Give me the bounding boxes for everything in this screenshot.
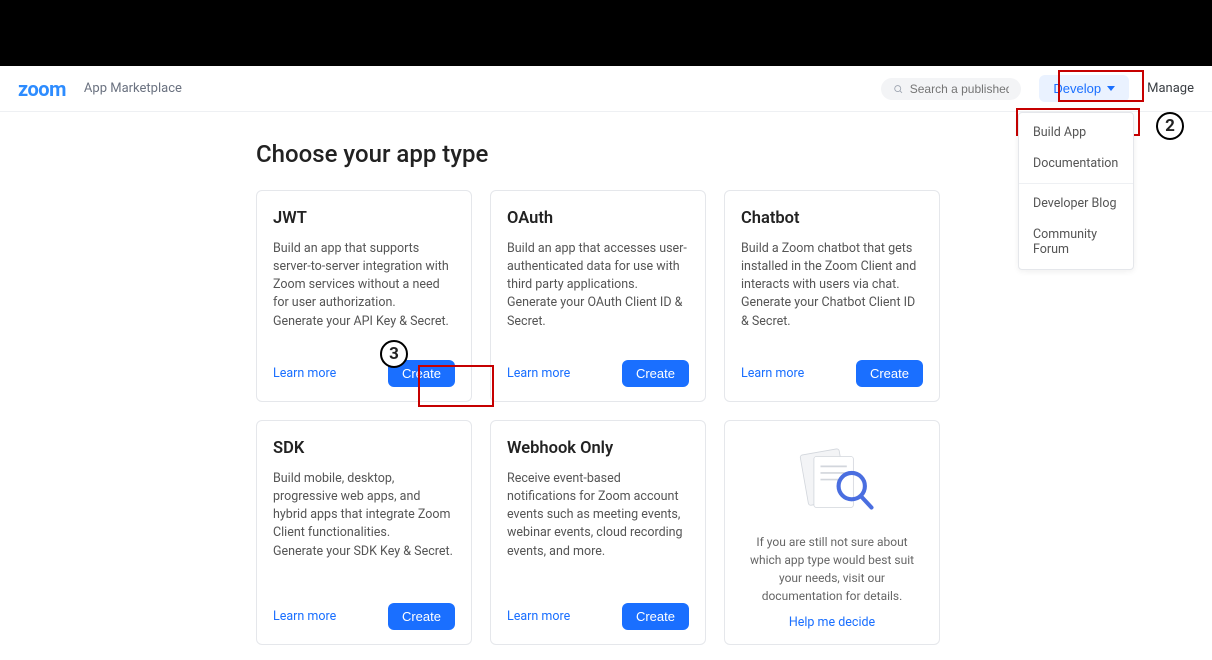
card-webhook: Webhook Only Receive event-based notific…	[490, 420, 706, 645]
help-text: If you are still not sure about which ap…	[741, 533, 923, 605]
annotation-step-2: 2	[1156, 112, 1184, 140]
develop-dropdown-menu: Build App Documentation Developer Blog C…	[1018, 112, 1134, 270]
zoom-logo: zoom	[18, 77, 66, 101]
search-icon	[893, 83, 903, 95]
app-type-grid: JWT Build an app that supports server-to…	[256, 190, 956, 645]
dropdown-build-app[interactable]: Build App	[1019, 117, 1133, 148]
dropdown-separator	[1019, 183, 1133, 184]
card-sdk-title: SDK	[273, 439, 455, 458]
help-illustration	[782, 445, 882, 519]
card-sdk: SDK Build mobile, desktop, progressive w…	[256, 420, 472, 645]
search-input[interactable]	[910, 82, 1010, 96]
main-content: Choose your app type JWT Build an app th…	[256, 140, 956, 645]
page-title: Choose your app type	[256, 140, 956, 168]
card-sdk-desc: Build mobile, desktop, progressive web a…	[273, 470, 455, 561]
card-help: If you are still not sure about which ap…	[724, 420, 940, 645]
card-chatbot-title: Chatbot	[741, 209, 923, 228]
card-sdk-create-button[interactable]: Create	[388, 603, 455, 630]
card-oauth-learn-more[interactable]: Learn more	[507, 366, 570, 381]
card-webhook-desc: Receive event-based notifications for Zo…	[507, 470, 689, 561]
card-oauth: OAuth Build an app that accesses user-au…	[490, 190, 706, 402]
card-jwt-learn-more[interactable]: Learn more	[273, 366, 336, 381]
header-bar: zoom App Marketplace Develop Manage	[0, 66, 1212, 112]
develop-label: Develop	[1053, 81, 1101, 96]
card-jwt: JWT Build an app that supports server-to…	[256, 190, 472, 402]
card-chatbot-create-button[interactable]: Create	[856, 360, 923, 387]
card-chatbot-desc: Build a Zoom chatbot that gets installed…	[741, 240, 923, 331]
dropdown-documentation[interactable]: Documentation	[1019, 148, 1133, 179]
card-jwt-desc: Build an app that supports server-to-ser…	[273, 240, 455, 331]
annotation-step-3: 3	[380, 340, 408, 368]
card-sdk-learn-more[interactable]: Learn more	[273, 609, 336, 624]
card-oauth-title: OAuth	[507, 209, 689, 228]
help-me-decide-link[interactable]: Help me decide	[789, 615, 875, 630]
card-webhook-create-button[interactable]: Create	[622, 603, 689, 630]
card-oauth-create-button[interactable]: Create	[622, 360, 689, 387]
card-oauth-desc: Build an app that accesses user-authenti…	[507, 240, 689, 331]
card-webhook-learn-more[interactable]: Learn more	[507, 609, 570, 624]
dropdown-developer-blog[interactable]: Developer Blog	[1019, 188, 1133, 219]
card-webhook-title: Webhook Only	[507, 439, 689, 458]
top-black-bar	[0, 0, 1212, 66]
search-field[interactable]	[881, 78, 1021, 100]
develop-dropdown-button[interactable]: Develop	[1039, 75, 1129, 102]
card-jwt-title: JWT	[273, 209, 455, 228]
card-chatbot: Chatbot Build a Zoom chatbot that gets i…	[724, 190, 940, 402]
chevron-down-icon	[1107, 86, 1115, 91]
marketplace-label: App Marketplace	[84, 81, 182, 96]
manage-link[interactable]: Manage	[1147, 81, 1194, 96]
card-chatbot-learn-more[interactable]: Learn more	[741, 366, 804, 381]
dropdown-community-forum[interactable]: Community Forum	[1019, 219, 1133, 265]
